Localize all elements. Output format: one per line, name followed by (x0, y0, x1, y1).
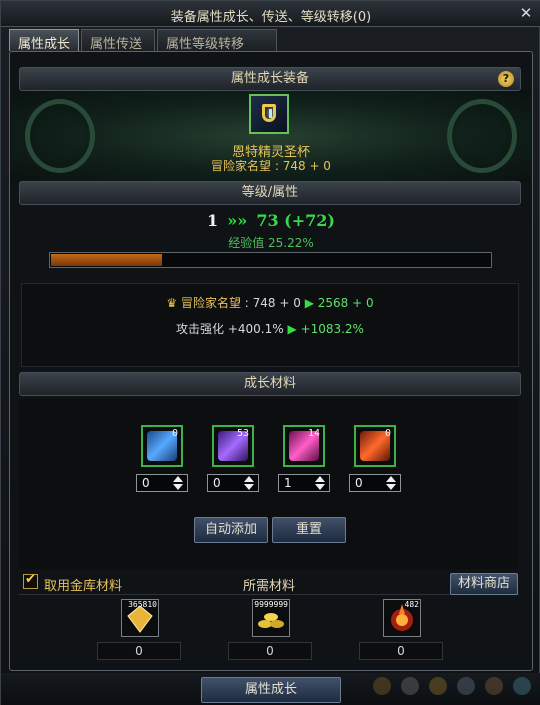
tab-attribute-growth[interactable]: 属性成长 (9, 29, 79, 52)
reset-button[interactable]: 重置 (272, 517, 346, 543)
material-slot[interactable]: 0 (354, 425, 396, 467)
skill-icon (429, 677, 447, 695)
quantity-value: 0 (213, 476, 221, 490)
arrow-right-icon: ▶ (287, 322, 297, 336)
reputation-icon: ♛ (166, 296, 178, 310)
quantity-value: 1 (284, 476, 292, 490)
required-count: 482 (404, 600, 419, 609)
required-count: 365810 (128, 600, 157, 609)
attack-from: +400.1% (227, 322, 288, 336)
skill-icon (513, 677, 531, 695)
tab-attribute-level-transfer[interactable]: 属性等级转移 (157, 29, 277, 52)
quantity-stepper[interactable]: 1 (278, 474, 330, 492)
growth-equipment-title: 属性成长装备 (230, 71, 309, 86)
exp-label: 经验值 25.22% (228, 236, 314, 250)
auto-add-button[interactable]: 自动添加 (194, 517, 268, 543)
reputation-label: 冒险家名望 (180, 296, 241, 310)
stepper-arrows-icon[interactable] (314, 476, 326, 490)
skill-icon (485, 677, 503, 695)
window-title: 装备属性成长、传送、等级转移(0) (170, 10, 372, 25)
item-reputation: 冒险家名望 : 748 + 0 (211, 159, 331, 173)
skill-icon (401, 677, 419, 695)
close-icon[interactable]: ✕ (517, 4, 535, 22)
holy-grail-icon[interactable] (249, 94, 289, 134)
attack-change: 攻击强化 +400.1% ▶ +1083.2% (22, 320, 518, 337)
material-count: 0 (384, 428, 391, 439)
level-change: 1 »» 73 (+72) (1, 211, 540, 230)
reputation-to: 2568 + 0 (313, 296, 374, 310)
materials-header: 成长材料 (19, 372, 521, 396)
title-bar[interactable]: 装备属性成长、传送、等级转移(0) ✕ (1, 1, 540, 27)
required-materials-title: 所需材料 (242, 579, 295, 594)
help-icon[interactable]: ? (498, 71, 514, 87)
material-shop-button[interactable]: 材料商店 (450, 573, 518, 595)
stepper-arrows-icon[interactable] (172, 476, 184, 490)
attack-to: +1083.2% (296, 322, 364, 336)
material-count: 0 (171, 428, 178, 439)
target-level: 73 (+72) (256, 211, 335, 230)
skill-icon (457, 677, 475, 695)
material-count: 14 (307, 428, 320, 439)
quantity-stepper[interactable]: 0 (207, 474, 259, 492)
equipment-growth-window: 装备属性成长、传送、等级转移(0) ✕ 属性成长 属性传送 属性等级转移 属性成… (0, 0, 540, 705)
attribute-preview: ♛ 冒险家名望 : 748 + 0 ▶ 2568 + 0 攻击强化 +400.1… (21, 283, 519, 367)
quantity-value: 0 (355, 476, 363, 490)
exp-progress-bar (49, 252, 492, 268)
material-slot[interactable]: 53 (212, 425, 254, 467)
tab-attribute-transfer[interactable]: 属性传送 (81, 29, 155, 52)
growth-equipment-header: 属性成长装备 ? (19, 67, 521, 91)
required-item-slot[interactable]: 365810 (121, 599, 159, 637)
attribute-growth-button[interactable]: 属性成长 (201, 677, 341, 703)
quantity-stepper[interactable]: 0 (349, 474, 401, 492)
level-arrows-icon: »» (227, 211, 248, 230)
required-value: 0 (228, 642, 312, 660)
required-item-slot[interactable]: 9999999 (252, 599, 290, 637)
materials-area (19, 399, 519, 569)
required-count: 9999999 (254, 600, 288, 609)
stepper-arrows-icon[interactable] (243, 476, 255, 490)
material-slot[interactable]: 0 (141, 425, 183, 467)
attack-label: 攻击强化 (176, 322, 228, 336)
quantity-stepper[interactable]: 0 (136, 474, 188, 492)
current-level: 1 (207, 211, 219, 230)
required-materials-header: 取用金库材料 所需材料 (19, 571, 519, 595)
reputation-from: : 748 + 0 (240, 296, 305, 310)
material-slot[interactable]: 14 (283, 425, 325, 467)
exp-progress-fill (51, 254, 162, 266)
required-value: 0 (359, 642, 443, 660)
required-value: 0 (97, 642, 181, 660)
skill-icon (373, 677, 391, 695)
arrow-right-icon: ▶ (304, 296, 314, 310)
required-item-slot[interactable]: 482 (383, 599, 421, 637)
reputation-change: ♛ 冒险家名望 : 748 + 0 ▶ 2568 + 0 (22, 294, 518, 311)
level-attribute-header: 等级/属性 (19, 181, 521, 205)
quantity-value: 0 (142, 476, 150, 490)
material-count: 53 (236, 428, 249, 439)
stepper-arrows-icon[interactable] (385, 476, 397, 490)
